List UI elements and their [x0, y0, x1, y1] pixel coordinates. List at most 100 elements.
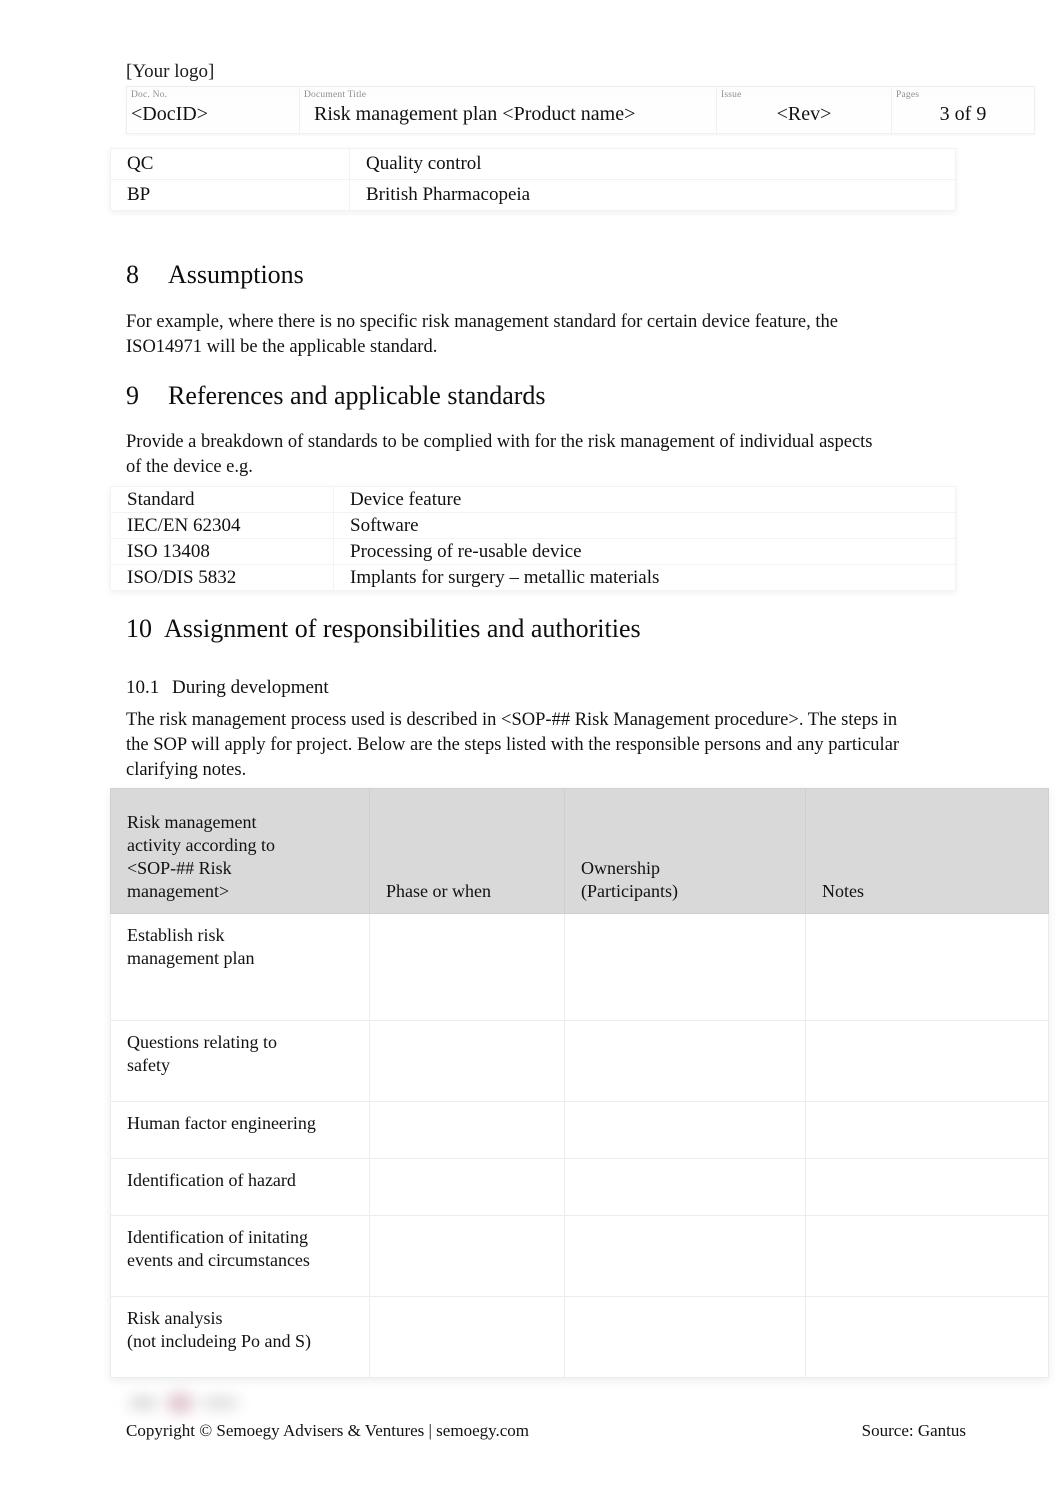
- paragraph-assumptions: For example, where there is no specific …: [126, 310, 916, 360]
- cell-notes[interactable]: [805, 1020, 1049, 1102]
- cell-activity: Questions relating to safety: [110, 1020, 370, 1102]
- heading-text: Assignment of responsibilities and autho…: [164, 614, 641, 643]
- header-label-docno: Doc. No.: [131, 90, 168, 100]
- abbr-meaning: Quality control: [349, 148, 956, 180]
- heading-number: 10: [126, 614, 152, 643]
- subheading-text: During development: [172, 677, 329, 698]
- table-row: ISO/DIS 5832 Implants for surgery – meta…: [110, 564, 956, 591]
- cell-line: Establish risk: [127, 925, 225, 945]
- cell-ownership[interactable]: [564, 913, 806, 1021]
- subheading-number: 10.1: [126, 677, 160, 698]
- table-row: Human factor engineering: [110, 1101, 1049, 1159]
- header-label-pages: Pages: [896, 90, 920, 100]
- cell-activity: Establish risk management plan: [110, 913, 370, 1021]
- cell-ownership[interactable]: [564, 1020, 806, 1102]
- cell-activity: Identification of hazard: [110, 1158, 370, 1216]
- table-row: Standard Device feature: [110, 486, 956, 513]
- table-body: Establish risk management plan Questions…: [110, 913, 1049, 1378]
- logo-placeholder: [Your logo]: [126, 61, 215, 82]
- document-page: [Your logo] Doc. No. <DocID> Document Ti…: [0, 0, 1062, 1505]
- responsibilities-table: Risk management activity according to <S…: [110, 788, 1049, 1378]
- header-value-issue: <Rev>: [776, 103, 832, 125]
- column-header-line: <SOP-## Risk: [127, 858, 232, 878]
- logo-shape: [166, 1392, 194, 1414]
- cell-phase[interactable]: [369, 1215, 565, 1297]
- cell-ownership[interactable]: [564, 1296, 806, 1378]
- heading-responsibilities: 10 Assignment of responsibilities and aut…: [126, 613, 641, 645]
- cell-line: Questions relating to: [127, 1032, 277, 1052]
- footer-copyright: Copyright © Semoegy Advisers & Ventures …: [126, 1421, 530, 1440]
- cell-line: events and circumstances: [127, 1250, 310, 1270]
- cell-line: Identification of initating: [127, 1227, 308, 1247]
- header-cell-title: Document Title Risk management plan <Pro…: [299, 86, 717, 134]
- cell-ownership[interactable]: [564, 1101, 806, 1159]
- header-value-title: Risk management plan <Product name>: [314, 103, 636, 125]
- table-row: BP British Pharmacopeia: [110, 179, 956, 211]
- abbr-meaning: British Pharmacopeia: [349, 179, 956, 211]
- table-row: Risk analysis (not includeing Po and S): [110, 1296, 1049, 1378]
- cell-line: (not includeing Po and S): [127, 1331, 311, 1351]
- paragraph-line: The risk management process used is desc…: [126, 710, 804, 730]
- column-header-phase: Phase or when: [369, 788, 565, 914]
- cell-notes[interactable]: [805, 1296, 1049, 1378]
- cell-phase[interactable]: [369, 1020, 565, 1102]
- column-header-line: Ownership: [581, 858, 660, 878]
- column-header-line: (Participants): [581, 881, 678, 901]
- heading-references: 9 References and applicable standards: [126, 380, 546, 412]
- cell-phase[interactable]: [369, 1158, 565, 1216]
- paragraph-line: ISO14971 will be the applicable standard…: [126, 337, 438, 357]
- header-info-table: Doc. No. <DocID> Document Title Risk man…: [126, 86, 1035, 134]
- table-row: Identification of initating events and c…: [110, 1215, 1049, 1297]
- paragraph-line: For example, where there is no specific …: [126, 312, 838, 332]
- header-cell-issue: Issue <Rev>: [716, 86, 892, 134]
- cell-notes[interactable]: [805, 913, 1049, 1021]
- header-label-issue: Issue: [721, 90, 742, 100]
- paragraph-references: Provide a breakdown of standards to be c…: [126, 430, 886, 480]
- standards-header-standard: Standard: [110, 486, 334, 513]
- column-header-line: activity according to: [127, 835, 275, 855]
- header-cell-pages: Pages 3 of 9: [891, 86, 1035, 134]
- table-row: Establish risk management plan: [110, 913, 1049, 1021]
- abbr-code: BP: [110, 179, 350, 211]
- standards-cell-feature: Software: [333, 512, 956, 539]
- header-value-docno: <DocID>: [131, 103, 208, 125]
- table-row: Questions relating to safety: [110, 1020, 1049, 1102]
- table-row: QC Quality control: [110, 148, 956, 180]
- cell-phase[interactable]: [369, 1296, 565, 1378]
- heading-text: References and applicable standards: [168, 381, 546, 410]
- cell-activity: Identification of initating events and c…: [110, 1215, 370, 1297]
- header-label-title: Document Title: [304, 90, 367, 100]
- abbr-code: QC: [110, 148, 350, 180]
- cell-notes[interactable]: [805, 1158, 1049, 1216]
- cell-notes[interactable]: [805, 1215, 1049, 1297]
- document-header: [Your logo] Doc. No. <DocID> Document Ti…: [126, 60, 1035, 134]
- column-header-ownership: Ownership (Participants): [564, 788, 806, 914]
- standards-header-feature: Device feature: [333, 486, 956, 513]
- cell-line: Risk analysis: [127, 1308, 223, 1328]
- heading-text: Assumptions: [168, 260, 304, 289]
- cell-ownership[interactable]: [564, 1158, 806, 1216]
- cell-ownership[interactable]: [564, 1215, 806, 1297]
- logo-shape: [128, 1396, 158, 1410]
- column-header-line: management>: [127, 881, 230, 901]
- footer-source: Source: Gantus: [861, 1421, 966, 1440]
- standards-cell-standard: ISO 13408: [110, 538, 334, 565]
- header-cell-docno: Doc. No. <DocID>: [126, 86, 300, 134]
- company-logo-icon: [126, 1388, 254, 1418]
- table-row: IEC/EN 62304 Software: [110, 512, 956, 539]
- cell-line: management plan: [127, 948, 255, 968]
- standards-cell-standard: IEC/EN 62304: [110, 512, 334, 539]
- cell-phase[interactable]: [369, 1101, 565, 1159]
- paragraph-during-development: The risk management process used is desc…: [126, 708, 906, 783]
- standards-cell-feature: Implants for surgery – metallic material…: [333, 564, 956, 591]
- cell-phase[interactable]: [369, 913, 565, 1021]
- heading-number: 8: [126, 260, 139, 289]
- cell-activity: Human factor engineering: [110, 1101, 370, 1159]
- cell-line: Human factor engineering: [127, 1113, 316, 1133]
- cell-notes[interactable]: [805, 1101, 1049, 1159]
- heading-during-development: 10.1 During development: [126, 675, 329, 700]
- paragraph-line: Provide a breakdown of standards to be c…: [126, 432, 815, 452]
- logo-shape: [200, 1396, 240, 1410]
- table-header-row: Risk management activity according to <S…: [110, 788, 1049, 914]
- standards-table: Standard Device feature IEC/EN 62304 Sof…: [110, 486, 956, 591]
